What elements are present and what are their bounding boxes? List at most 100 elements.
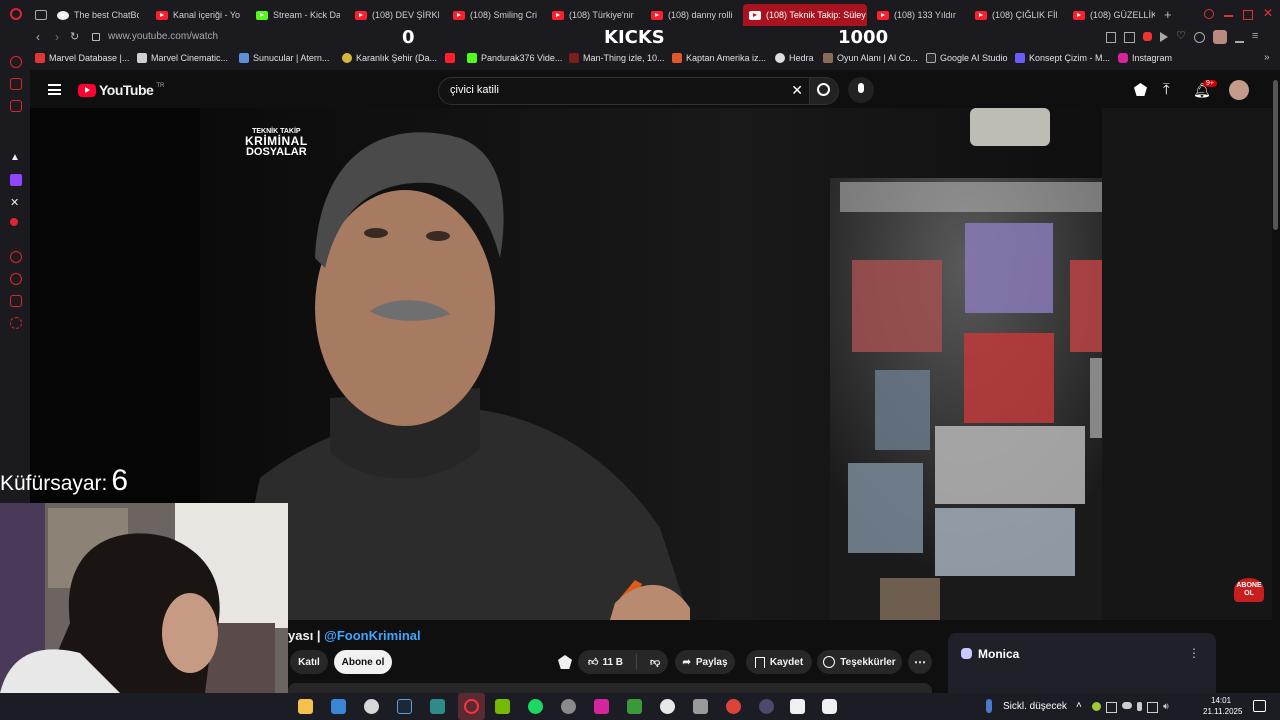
save-button[interactable]: Kaydet (746, 650, 812, 674)
bookmark[interactable]: Instagram (1118, 53, 1172, 63)
app-icon[interactable] (759, 699, 774, 714)
channel-handle-link[interactable]: @FoonKriminal (324, 628, 420, 643)
reload-icon[interactable]: ↻ (70, 30, 79, 43)
nvidia-icon[interactable] (495, 699, 510, 714)
bookmark[interactable]: Google AI Studio (926, 53, 1008, 63)
network-icon[interactable] (1147, 702, 1158, 713)
app-icon[interactable] (693, 699, 708, 714)
app-icon[interactable] (364, 699, 379, 714)
extensions-icon[interactable] (1193, 32, 1205, 43)
app-icon[interactable] (561, 699, 576, 714)
dislike-button[interactable]: 👎︎ (650, 656, 660, 668)
microphone-tray-icon[interactable] (1137, 702, 1142, 711)
play-icon[interactable] (1160, 32, 1168, 42)
capcut-icon[interactable] (790, 699, 805, 714)
tray-app-icon[interactable] (1092, 702, 1101, 711)
x-icon[interactable]: ✕ (10, 196, 22, 209)
tab[interactable]: Kanal içeriği - Yo (156, 4, 240, 26)
app-icon[interactable] (627, 699, 642, 714)
clock-time[interactable]: 14:01 (1211, 696, 1231, 705)
weather-taskbar-icon[interactable] (986, 699, 992, 713)
bookmark[interactable]: Pandurak376 Vide... (467, 53, 562, 63)
bookmark[interactable] (445, 53, 455, 63)
tray-icons[interactable]: 🔊︎ (1092, 702, 1169, 713)
opera-logo-icon[interactable] (10, 8, 22, 20)
bookmark[interactable]: Hedra (775, 53, 814, 63)
search-box[interactable]: çivici katili ✕ (438, 77, 810, 105)
more-actions-button[interactable]: ⋯ (908, 650, 932, 674)
ask-ai-icon[interactable] (558, 655, 572, 669)
app-icon[interactable] (430, 699, 445, 714)
scrollbar-thumb[interactable] (1273, 80, 1278, 230)
opera-taskbar-icon[interactable] (458, 693, 485, 720)
bookmark[interactable]: Kaptan Amerika iz... (672, 53, 766, 63)
voice-search-button[interactable] (848, 77, 874, 103)
minimize-icon[interactable] (1224, 15, 1233, 17)
steam-icon[interactable] (397, 699, 412, 714)
youtube-logo[interactable]: YouTube TR (78, 82, 164, 98)
bookmark[interactable]: Marvel Database |... (35, 53, 129, 63)
settings-icon[interactable] (10, 317, 22, 329)
weather-text[interactable]: Sickl. düşecek (1003, 701, 1067, 712)
tab[interactable]: (108) DEV ŞİRKE (355, 4, 439, 26)
new-tab-button[interactable]: + (1164, 7, 1172, 22)
speaker-icon[interactable]: 🔊︎ (1163, 702, 1169, 713)
close-window-icon[interactable]: ✕ (1263, 6, 1273, 20)
subscribe-button[interactable]: Abone ol (334, 650, 392, 674)
tab-menu-icon[interactable] (35, 10, 47, 20)
tab[interactable]: (108) danny rollin (651, 4, 733, 26)
kick-sidebar-icon[interactable]: ▲ (10, 152, 22, 164)
browser-app-icon[interactable] (331, 699, 346, 714)
tab[interactable]: (108) Türkiye'nin (552, 4, 634, 26)
create-icon[interactable] (1134, 83, 1147, 96)
forward-icon[interactable]: › (55, 30, 59, 44)
monica-menu-icon[interactable]: ⋮ (1188, 646, 1200, 660)
heart-flow-icon[interactable] (1143, 32, 1152, 41)
cloud-icon[interactable] (1122, 702, 1132, 709)
search-button[interactable] (809, 77, 839, 105)
menu-icon[interactable]: ≡ (1252, 31, 1258, 44)
weather-icon[interactable] (10, 218, 18, 226)
bookmark[interactable]: Marvel Cinematic... (137, 53, 228, 63)
downloads-icon[interactable] (1234, 32, 1244, 43)
back-icon[interactable]: ‹ (36, 30, 40, 44)
extensions-sidebar-icon[interactable] (10, 295, 22, 307)
bookmark[interactable]: Sunucular | Atern... (239, 53, 329, 63)
history-icon[interactable] (10, 273, 22, 285)
spotify-icon[interactable] (528, 699, 543, 714)
clear-search-icon[interactable]: ✕ (791, 82, 803, 99)
search-tabs-icon[interactable] (1204, 9, 1214, 19)
tab[interactable]: Stream - Kick Da (256, 4, 340, 26)
hamburger-menu-icon[interactable] (48, 84, 61, 95)
tab[interactable]: The best ChatBot (57, 4, 139, 26)
messenger-icon[interactable] (10, 100, 22, 112)
thanks-button[interactable]: Teşekkürler (817, 650, 902, 674)
clock-date[interactable]: 21.11.2025 (1203, 707, 1242, 716)
profile-avatar[interactable] (1212, 30, 1227, 44)
bookmark[interactable]: Man-Thing izle, 10... (569, 53, 665, 63)
join-button[interactable]: Katıl (290, 650, 328, 674)
player-icon[interactable] (10, 251, 22, 263)
page-scrollbar[interactable] (1272, 70, 1280, 693)
tab[interactable]: (108) ÇIĞLIK FİLM (975, 4, 1057, 26)
tab-active[interactable]: (108) Teknik Takip: Süley (743, 4, 867, 26)
more-bookmarks-icon[interactable]: » (1264, 52, 1270, 63)
bookmark[interactable]: Oyun Alanı | AI Co... (823, 53, 918, 63)
tab[interactable]: (108) GÜZELLİK K (1073, 4, 1155, 26)
tray-app-icon[interactable] (1106, 702, 1117, 713)
upload-icon[interactable]: ⤒ (1163, 81, 1170, 98)
aria-icon[interactable] (10, 56, 22, 68)
heart-icon[interactable]: ♡ (1176, 31, 1186, 44)
file-explorer-icon[interactable] (298, 699, 313, 714)
tab[interactable]: (108) Smiling Crit (453, 4, 537, 26)
share-button[interactable]: ➦ Paylaş (675, 650, 735, 674)
twitch-icon[interactable] (10, 174, 22, 186)
avatar[interactable] (1229, 80, 1249, 100)
bookmark[interactable]: Konsept Çizim - M... (1015, 53, 1110, 63)
bookmark[interactable]: Karanlık Şehir (Da... (342, 53, 437, 63)
pin-icon[interactable] (1106, 32, 1116, 43)
subscribe-badge[interactable]: ABONE OL (1234, 578, 1264, 602)
maximize-icon[interactable] (1243, 10, 1253, 20)
notification-center-icon[interactable] (1253, 700, 1266, 712)
instagram-taskbar-icon[interactable] (594, 699, 609, 714)
